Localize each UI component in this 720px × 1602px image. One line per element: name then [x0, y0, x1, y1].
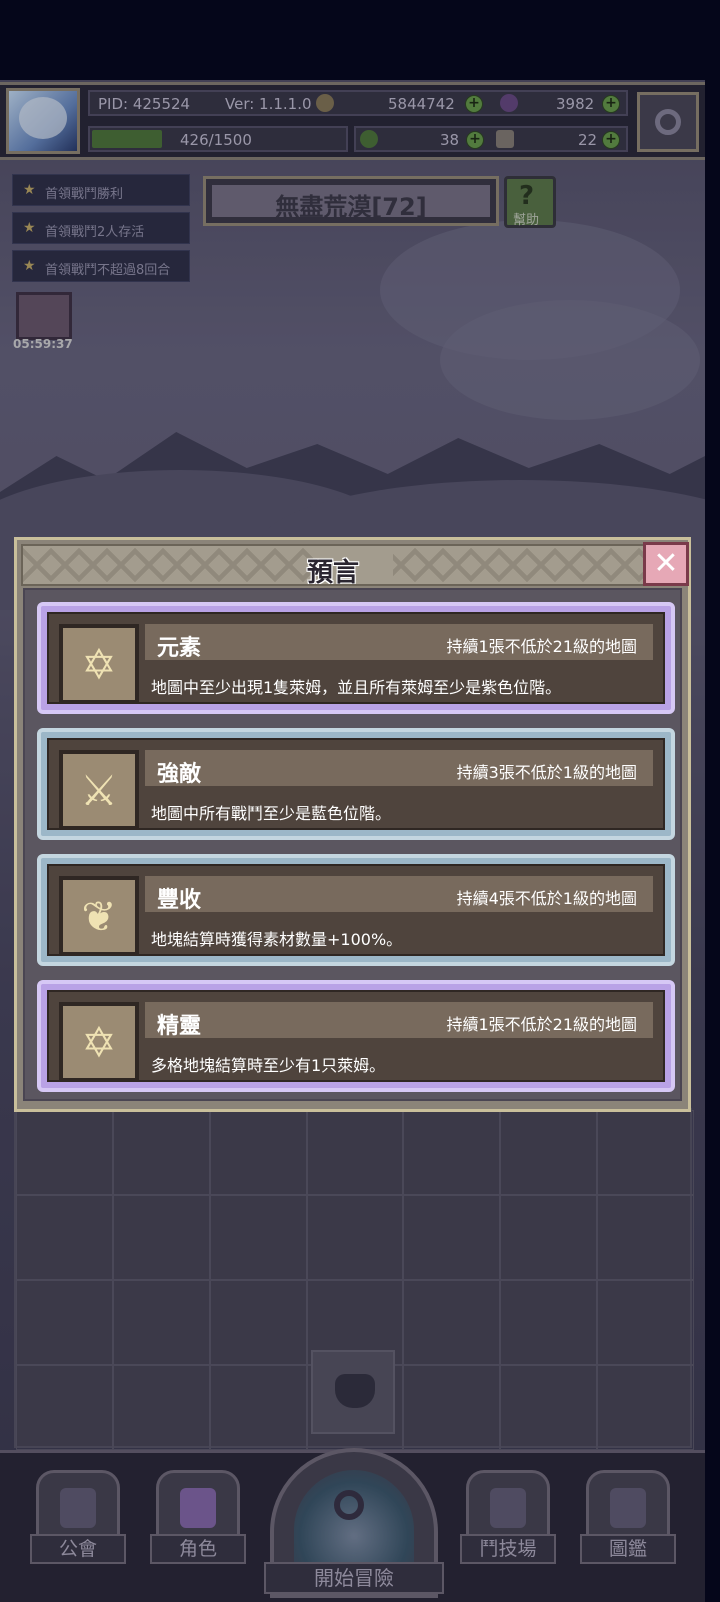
prophecy-name: 強敵 — [157, 762, 202, 787]
wheat-icon: ❦ — [59, 876, 139, 956]
prophecy-name: 豐收 — [157, 888, 202, 913]
close-button[interactable]: ✕ — [643, 542, 689, 586]
close-icon: ✕ — [653, 546, 679, 581]
prophecy-duration: 持續3張不低於1級的地圖 — [456, 763, 637, 782]
dialog-title: 預言 — [306, 558, 359, 586]
prophecy-card[interactable]: ⚔ 強敵 持續3張不低於1級的地圖 地圖中所有戰鬥至少是藍色位階。 — [37, 728, 675, 840]
prophecy-name: 元素 — [157, 636, 202, 661]
dialog-header: 預言 — [21, 544, 645, 586]
prophecy-description: 多格地塊結算時至少有1只萊姆。 — [151, 1056, 386, 1075]
prophecy-name: 精靈 — [157, 1014, 202, 1039]
hexagram-icon: ✡ — [59, 624, 139, 704]
prophecy-card[interactable]: ✡ 元素 持續1張不低於21級的地圖 地圖中至少出現1隻萊姆，並且所有萊姆至少是… — [37, 602, 675, 714]
prophecy-description: 地圖中所有戰鬥至少是藍色位階。 — [151, 804, 392, 823]
prophecy-duration: 持續4張不低於1級的地圖 — [456, 889, 637, 908]
prophecy-description: 地圖中至少出現1隻萊姆，並且所有萊姆至少是紫色位階。 — [151, 678, 562, 697]
prophecy-card[interactable]: ✡ 精靈 持續1張不低於21級的地圖 多格地塊結算時至少有1只萊姆。 — [37, 980, 675, 1092]
prophecy-duration: 持續1張不低於21級的地圖 — [446, 637, 637, 656]
hexagram-icon: ✡ — [59, 1002, 139, 1082]
prophecy-description: 地塊結算時獲得素材數量+100%。 — [151, 930, 403, 949]
prophecy-duration: 持續1張不低於21級的地圖 — [446, 1015, 637, 1034]
prophecy-dialog: 預言 ✕ ✡ 元素 持續1張不低於21級的地圖 地圖中至少出現1隻萊姆，並且所有… — [14, 537, 691, 1112]
prophecy-card[interactable]: ❦ 豐收 持續4張不低於1級的地圖 地塊結算時獲得素材數量+100%。 — [37, 854, 675, 966]
crossed-swords-icon: ⚔ — [59, 750, 139, 830]
